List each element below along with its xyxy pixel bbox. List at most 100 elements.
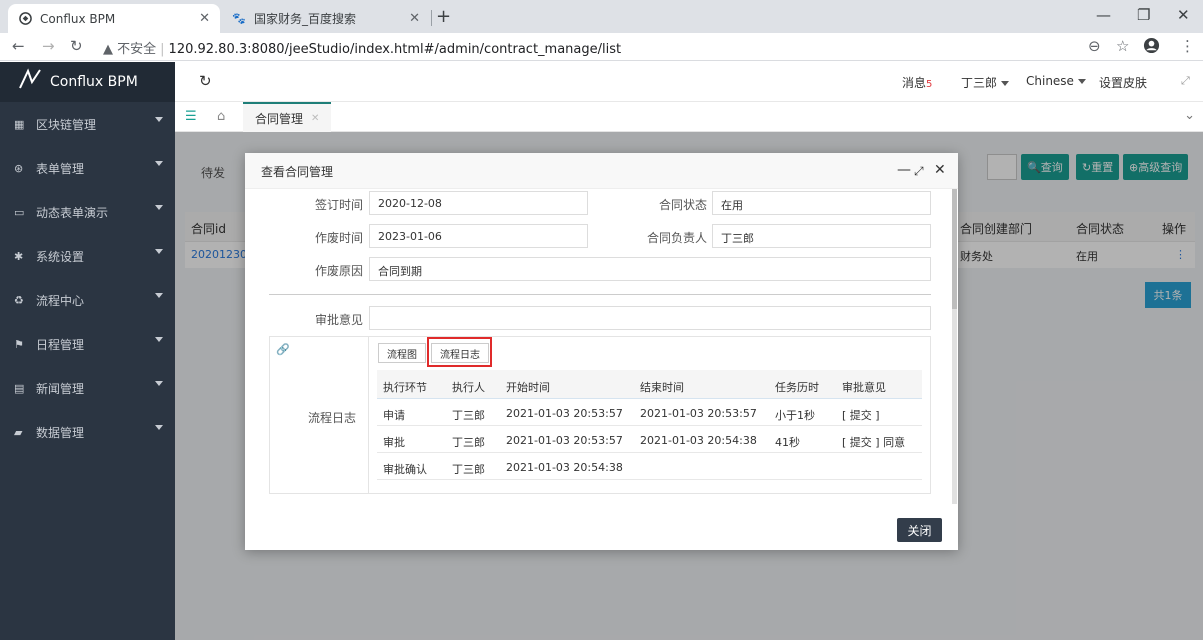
app-logo-text: Conflux BPM: [50, 74, 138, 90]
executor-cell: 丁三郎: [452, 436, 485, 449]
window-close-icon[interactable]: ✕: [1177, 6, 1190, 24]
duration-cell: 小于1秒: [775, 409, 815, 422]
conflux-logo-icon: [18, 68, 42, 96]
refresh-icon[interactable]: ↻: [199, 72, 212, 90]
start-time-cell: 2021-01-03 20:53:57: [506, 434, 623, 447]
news-icon: ▤: [14, 381, 25, 395]
profile-icon[interactable]: [1143, 37, 1160, 58]
duration-cell: 41秒: [775, 436, 800, 449]
column-header: 审批意见: [842, 381, 886, 394]
sidebar-item-label: 流程中心: [36, 293, 85, 308]
sidebar-item-process[interactable]: ♻ 流程中心: [0, 278, 175, 322]
user-menu[interactable]: 丁三郎: [961, 74, 1010, 91]
log-table-header: 执行环节 执行人 开始时间 结束时间 任务历时 审批意见: [377, 370, 922, 399]
sign-time-label: 签订时间: [314, 198, 363, 212]
close-icon[interactable]: ✕: [311, 113, 319, 124]
forward-icon[interactable]: →: [42, 37, 55, 55]
warning-icon: ▲: [103, 42, 113, 57]
messages-link[interactable]: 消息5: [902, 74, 932, 91]
page-tab-strip: ☰ ⌂ 合同管理 ✕ ⌄: [175, 102, 1203, 132]
reload-icon[interactable]: ↻: [70, 37, 83, 55]
browser-tab-conflux[interactable]: Conflux BPM ✕: [8, 4, 220, 33]
maximize-icon[interactable]: ⤢: [914, 164, 924, 179]
sidebar-item-label: 日程管理: [36, 337, 85, 352]
void-time-label: 作废时间: [314, 231, 363, 245]
sidebar-item-label: 数据管理: [36, 425, 85, 440]
step-cell: 申请: [383, 409, 405, 422]
sidebar-item-news[interactable]: ▤ 新闻管理: [0, 366, 175, 410]
sidebar-item-data[interactable]: ▰ 数据管理: [0, 410, 175, 454]
sidebar-item-schedule[interactable]: ⚑ 日程管理: [0, 322, 175, 366]
fullscreen-icon[interactable]: ⤢: [1181, 74, 1190, 88]
restore-icon[interactable]: ❐: [1137, 6, 1150, 24]
monitor-icon: ▭: [14, 205, 25, 219]
back-icon[interactable]: ←: [12, 37, 25, 55]
minimize-icon[interactable]: —: [897, 162, 911, 178]
approval-field[interactable]: [369, 306, 931, 330]
sidebar-item-label: 表单管理: [36, 161, 85, 176]
step-cell: 审批: [383, 436, 405, 449]
language-menu[interactable]: Chinese: [1026, 74, 1086, 88]
table-row: 审批确认 丁三郎 2021-01-03 20:54:38: [377, 453, 922, 480]
column-header: 任务历时: [775, 381, 819, 394]
approval-label: 审批意见: [314, 313, 363, 327]
void-time-field[interactable]: 2023-01-06: [369, 224, 588, 248]
sidebar-item-settings[interactable]: ✱ 系统设置: [0, 234, 175, 278]
column-header: 执行环节: [383, 381, 427, 394]
column-header: 执行人: [452, 381, 485, 394]
caret-down-icon: [155, 381, 163, 386]
language-label: Chinese: [1026, 74, 1074, 88]
dialog-body: 签订时间 2020-12-08 合同状态 在用 作废时间 2023-01-06 …: [245, 189, 958, 514]
step-cell: 审批确认: [383, 463, 427, 476]
sidebar-item-label: 系统设置: [36, 249, 85, 264]
message-count-badge: 5: [926, 79, 933, 90]
sign-time-field[interactable]: 2020-12-08: [369, 191, 588, 215]
owner-field[interactable]: 丁三郎: [712, 224, 931, 248]
home-icon[interactable]: ⌂: [217, 109, 225, 124]
view-contract-dialog: 查看合同管理 — ⤢ ✕ 签订时间 2020-12-08 合同状态 在用 作废时…: [245, 153, 958, 550]
kebab-menu-icon[interactable]: ⋮: [1180, 37, 1195, 55]
tab-label: 合同管理: [255, 111, 304, 126]
close-icon[interactable]: ✕: [934, 162, 946, 178]
tab-contract-manage[interactable]: 合同管理 ✕: [243, 102, 332, 132]
sidebar-item-label: 区块链管理: [36, 117, 97, 132]
sidebar-item-blockchain[interactable]: ▦ 区块链管理: [0, 102, 175, 146]
url-field[interactable]: ▲ 不安全 | 120.92.80.3:8080/jeeStudio/index.h…: [103, 38, 621, 57]
sidebar-item-dynamic-form[interactable]: ▭ 动态表单演示: [0, 190, 175, 234]
menu-toggle-icon[interactable]: ☰: [185, 109, 197, 124]
dialog-header: 查看合同管理 — ⤢ ✕: [245, 153, 958, 189]
close-button[interactable]: 关闭: [897, 518, 942, 542]
new-tab-icon[interactable]: +: [436, 6, 451, 27]
column-header: 结束时间: [640, 381, 684, 394]
minimize-icon[interactable]: —: [1096, 6, 1111, 24]
skin-settings-link[interactable]: 设置皮肤: [1099, 74, 1147, 91]
process-log-label-cell: 🔗 流程日志: [270, 337, 369, 493]
messages-label: 消息: [902, 76, 927, 90]
owner-label: 合同负责人: [646, 231, 707, 245]
zoom-icon[interactable]: ⊖: [1088, 37, 1101, 55]
opinion-cell: [ 提交 ] 同意: [842, 436, 906, 449]
sidebar-item-label: 动态表单演示: [36, 205, 109, 220]
recycle-icon: ♻: [14, 293, 24, 307]
sidebar-item-label: 新闻管理: [36, 381, 85, 396]
close-icon[interactable]: ✕: [409, 11, 420, 26]
status-label: 合同状态: [658, 198, 707, 212]
flow-diagram-button[interactable]: 流程图: [378, 343, 426, 363]
status-field[interactable]: 在用: [712, 191, 931, 215]
close-icon[interactable]: ✕: [199, 11, 210, 26]
chevron-down-icon[interactable]: ⌄: [1184, 108, 1195, 123]
user-name: 丁三郎: [961, 76, 998, 90]
sidebar-item-form[interactable]: ⊛ 表单管理: [0, 146, 175, 190]
database-icon: ▰: [14, 425, 23, 439]
highlight-box: [427, 337, 492, 367]
star-icon[interactable]: ☆: [1116, 37, 1129, 55]
app-logo[interactable]: Conflux BPM: [0, 62, 175, 102]
void-reason-field[interactable]: 合同到期: [369, 257, 931, 281]
divider: [269, 294, 931, 295]
caret-down-icon: [155, 425, 163, 430]
browser-tab-title: Conflux BPM: [40, 11, 116, 26]
address-bar: ← → ↻ ▲ 不安全 | 120.92.80.3:8080/jeeStudio/i…: [0, 33, 1203, 61]
scrollbar-thumb[interactable]: [952, 189, 957, 309]
browser-tab-baidu[interactable]: 🐾 国家财务_百度搜索 ✕: [222, 4, 430, 33]
table-row: 申请 丁三郎 2021-01-03 20:53:57 2021-01-03 20…: [377, 399, 922, 426]
